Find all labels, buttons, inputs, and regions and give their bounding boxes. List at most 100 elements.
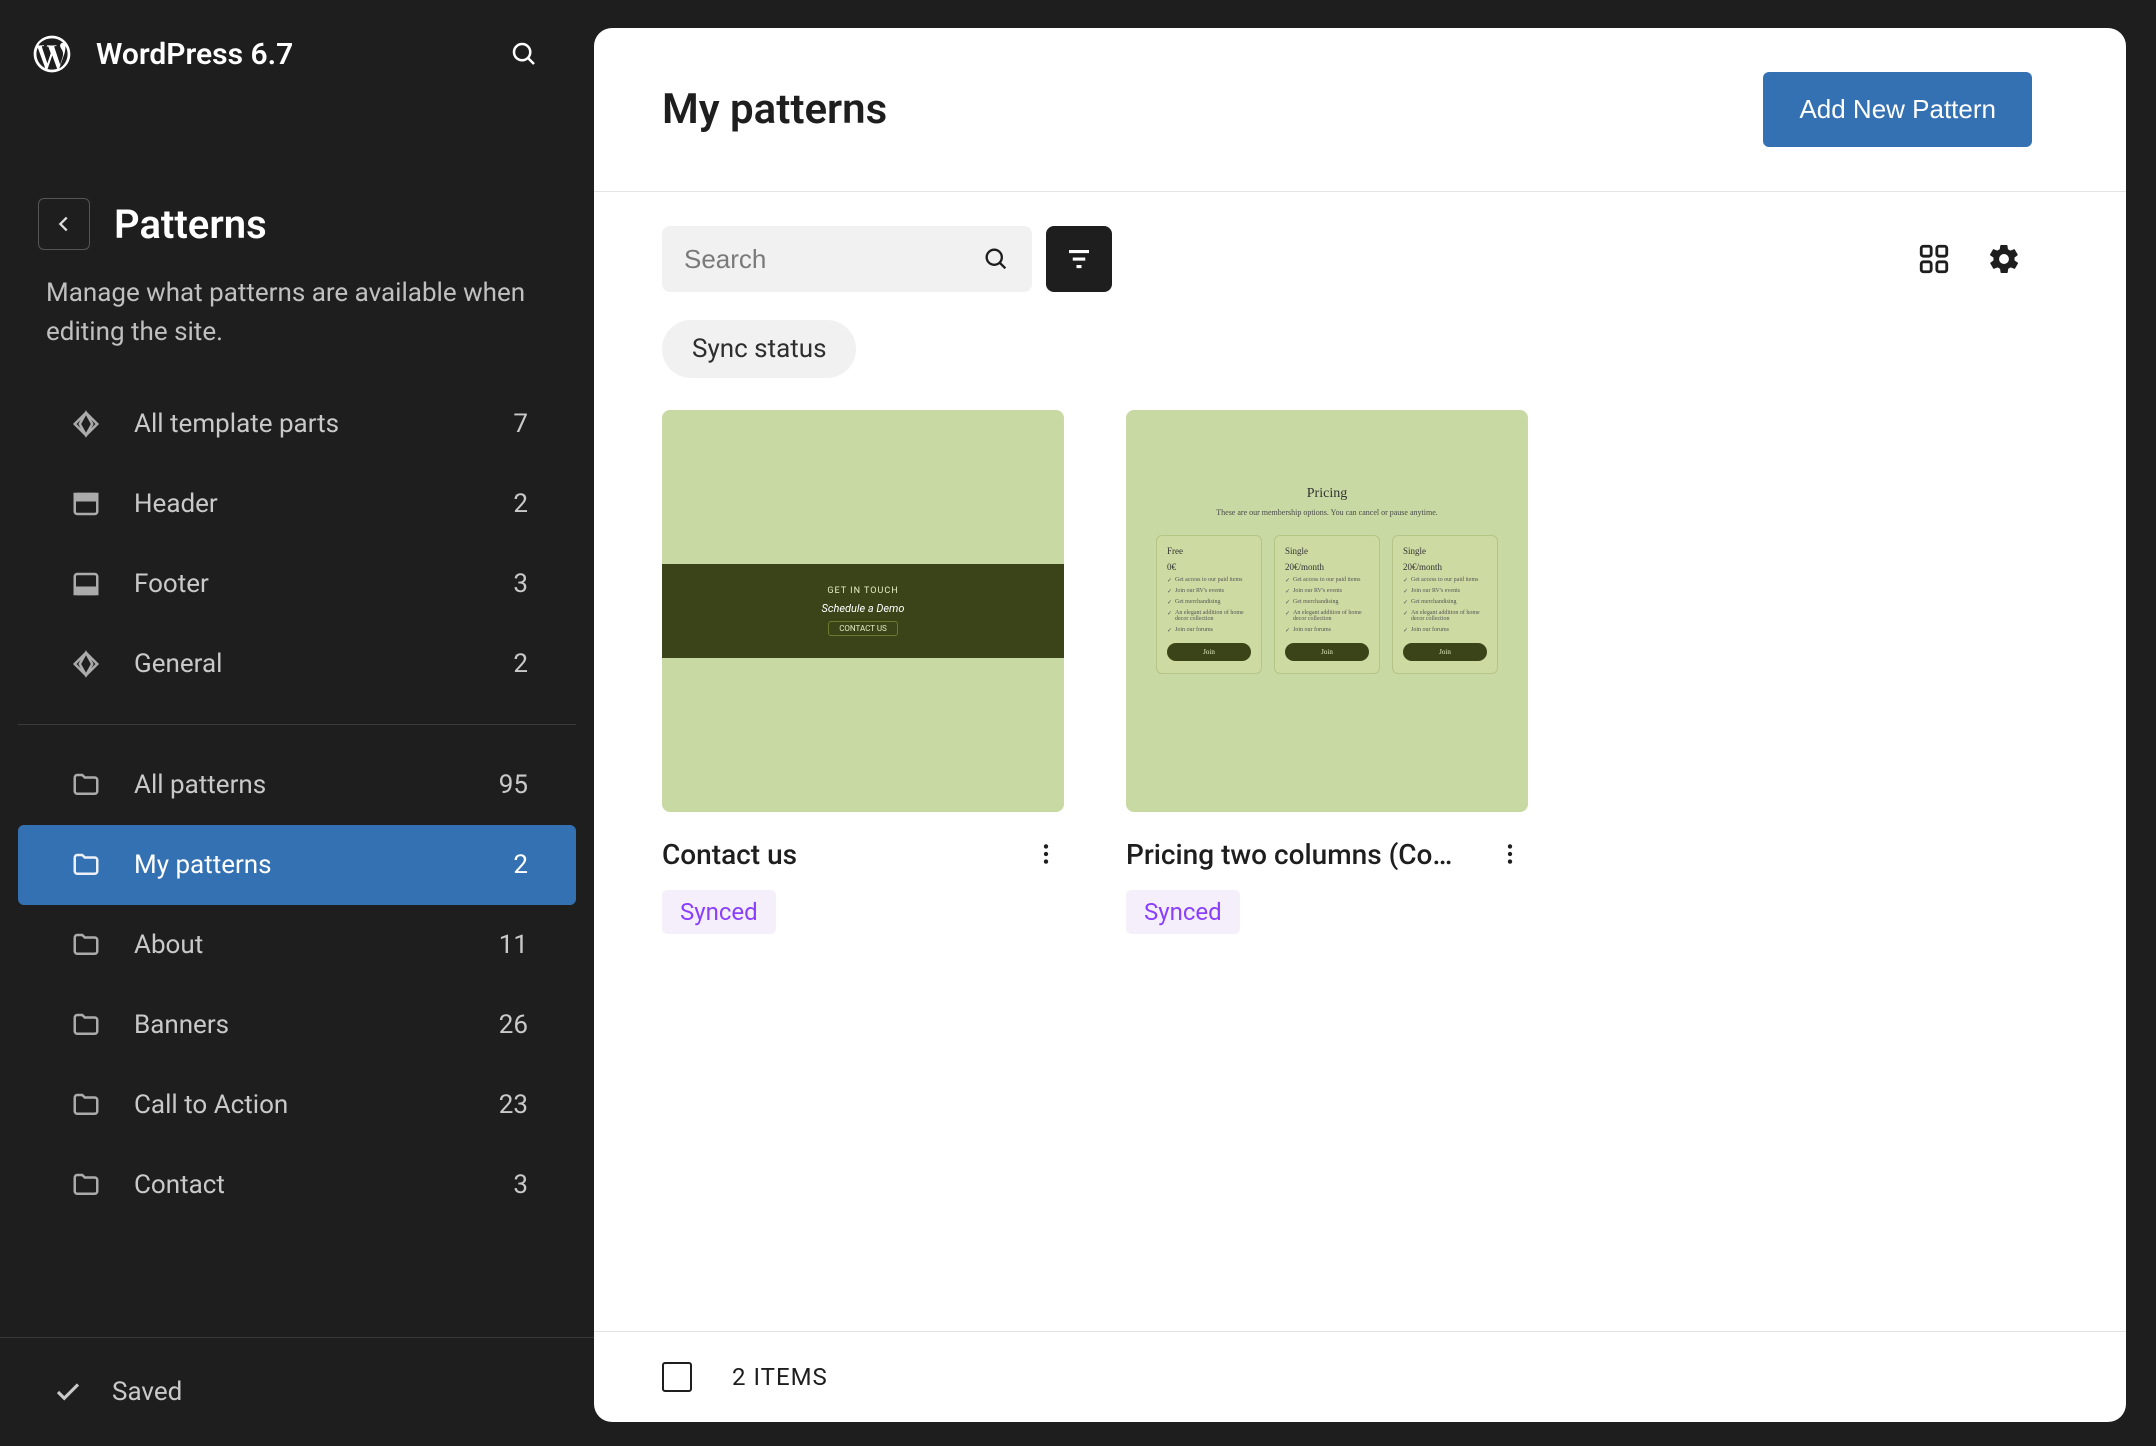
nav-label: My patterns — [134, 850, 513, 880]
search-icon[interactable] — [978, 241, 1014, 277]
preview-col: Single 20€/month Get access to our paid … — [1274, 535, 1380, 674]
nav-item-call-to-action[interactable]: Call to Action 23 — [18, 1065, 576, 1145]
preview-plan-price: 20€/month — [1285, 562, 1369, 572]
site-title: WordPress 6.7 — [96, 37, 484, 72]
layout-header-icon — [66, 484, 106, 524]
preview-bullet: Join our forums — [1167, 627, 1251, 633]
nav-label: Contact — [134, 1170, 513, 1200]
nav-item-my-patterns[interactable]: My patterns 2 — [18, 825, 576, 905]
preview-dark-band: GET IN TOUCH Schedule a Demo CONTACT US — [662, 564, 1064, 658]
section-title: Patterns — [114, 201, 267, 248]
nav-count: 26 — [499, 1010, 528, 1040]
folder-icon — [66, 845, 106, 885]
search-wrap — [662, 226, 1032, 292]
preview-bullet: Get merchandising — [1403, 599, 1487, 605]
sync-status-badge: Synced — [662, 890, 776, 934]
preview-bullet: Join our forums — [1403, 627, 1487, 633]
preview-bullet: An elegant addition of home decor collec… — [1167, 610, 1251, 622]
preview-join: Join — [1403, 643, 1487, 661]
divider — [18, 724, 576, 725]
card-actions-button[interactable] — [1028, 836, 1064, 872]
main-panel: My patterns Add New Pattern Sync status — [594, 28, 2126, 1422]
folder-icon — [66, 925, 106, 965]
nav-count: 3 — [513, 1170, 528, 1200]
nav-item-header[interactable]: Header 2 — [18, 464, 576, 544]
preview-plan-name: Single — [1403, 546, 1487, 556]
card-title[interactable]: Pricing two columns (Copy of original pa… — [1126, 838, 1456, 871]
card-actions-button[interactable] — [1492, 836, 1528, 872]
nav-count: 23 — [499, 1090, 528, 1120]
preview-sub: These are our membership options. You ca… — [1156, 508, 1498, 517]
pattern-preview-pricing[interactable]: Pricing These are our membership options… — [1126, 410, 1528, 812]
folder-icon — [66, 765, 106, 805]
nav-count: 95 — [499, 770, 528, 800]
nav-label: Footer — [134, 569, 513, 599]
nav-item-all-template-parts[interactable]: All template parts 7 — [18, 384, 576, 464]
panel-header: My patterns Add New Pattern — [594, 28, 2126, 192]
nav-count: 2 — [513, 850, 528, 880]
preview-bullet: Get access to our paid items — [1167, 577, 1251, 583]
folder-icon — [66, 1085, 106, 1125]
preview-join: Join — [1167, 643, 1251, 661]
settings-button[interactable] — [1976, 231, 2032, 287]
preview-plan-name: Single — [1285, 546, 1369, 556]
preview-bullet: Join our RV's events — [1403, 588, 1487, 594]
preview-tagline: GET IN TOUCH — [827, 586, 898, 596]
nav-label: Banners — [134, 1010, 499, 1040]
pattern-card: GET IN TOUCH Schedule a Demo CONTACT US … — [662, 410, 1064, 934]
preview-heading: Pricing — [1156, 486, 1498, 502]
nav-label: Header — [134, 489, 513, 519]
preview-bullet: Join our forums — [1285, 627, 1369, 633]
folder-icon — [66, 1005, 106, 1045]
preview-plan-price: 0€ — [1167, 562, 1251, 572]
preview-headline: Schedule a Demo — [822, 602, 905, 615]
add-new-pattern-button[interactable]: Add New Pattern — [1763, 72, 2032, 147]
search-input[interactable] — [662, 226, 1032, 292]
sync-status-badge: Synced — [1126, 890, 1240, 934]
nav-count: 3 — [513, 569, 528, 599]
item-count: 2 ITEMS — [732, 1363, 828, 1391]
saved-indicator[interactable]: Saved — [0, 1337, 594, 1446]
nav-item-banners[interactable]: Banners 26 — [18, 985, 576, 1065]
select-all-checkbox[interactable] — [662, 1362, 692, 1392]
nav-label: About — [134, 930, 499, 960]
preview-plan-name: Free — [1167, 546, 1251, 556]
nav-label: All template parts — [134, 409, 513, 439]
preview-bullet: An elegant addition of home decor collec… — [1285, 610, 1369, 622]
preview-col: Single 20€/month Get access to our paid … — [1392, 535, 1498, 674]
nav-count: 11 — [499, 930, 528, 960]
preview-bullet: An elegant addition of home decor collec… — [1403, 610, 1487, 622]
sidebar: WordPress 6.7 Patterns Manage what patte… — [0, 0, 594, 1446]
toolbar — [594, 192, 2126, 292]
nav-item-footer[interactable]: Footer 3 — [18, 544, 576, 624]
card-title[interactable]: Contact us — [662, 838, 797, 871]
nav-list: All template parts 7 Header 2 Footer 3 G… — [0, 384, 594, 1337]
pattern-preview-contact[interactable]: GET IN TOUCH Schedule a Demo CONTACT US — [662, 410, 1064, 812]
sync-status-chip[interactable]: Sync status — [662, 320, 856, 378]
nav-item-all-patterns[interactable]: All patterns 95 — [18, 745, 576, 825]
section-description: Manage what patterns are available when … — [0, 274, 594, 384]
preview-bullet: Get access to our paid items — [1285, 577, 1369, 583]
preview-col: Free 0€ Get access to our paid items Joi… — [1156, 535, 1262, 674]
nav-label: General — [134, 649, 513, 679]
saved-label: Saved — [112, 1377, 182, 1407]
nav-item-about[interactable]: About 11 — [18, 905, 576, 985]
back-button[interactable] — [38, 198, 90, 250]
check-icon — [48, 1372, 88, 1412]
filter-button[interactable] — [1046, 226, 1112, 292]
nav-item-general[interactable]: General 2 — [18, 624, 576, 704]
wordpress-logo-icon[interactable] — [28, 30, 76, 78]
brand-row: WordPress 6.7 — [0, 20, 594, 98]
global-search-icon[interactable] — [504, 34, 544, 74]
preview-bullet: Join our RV's events — [1285, 588, 1369, 594]
nav-label: Call to Action — [134, 1090, 499, 1120]
card-title-row: Pricing two columns (Copy of original pa… — [1126, 836, 1528, 872]
nav-item-contact[interactable]: Contact 3 — [18, 1145, 576, 1225]
section-header: Patterns — [0, 98, 594, 274]
preview-columns: Free 0€ Get access to our paid items Joi… — [1156, 535, 1498, 674]
pattern-grid: GET IN TOUCH Schedule a Demo CONTACT US … — [594, 378, 2126, 934]
preview-pricing-wrap: Pricing These are our membership options… — [1156, 486, 1498, 674]
preview-bullet: Get access to our paid items — [1403, 577, 1487, 583]
grid-view-button[interactable] — [1906, 231, 1962, 287]
filter-chips: Sync status — [594, 292, 2126, 378]
